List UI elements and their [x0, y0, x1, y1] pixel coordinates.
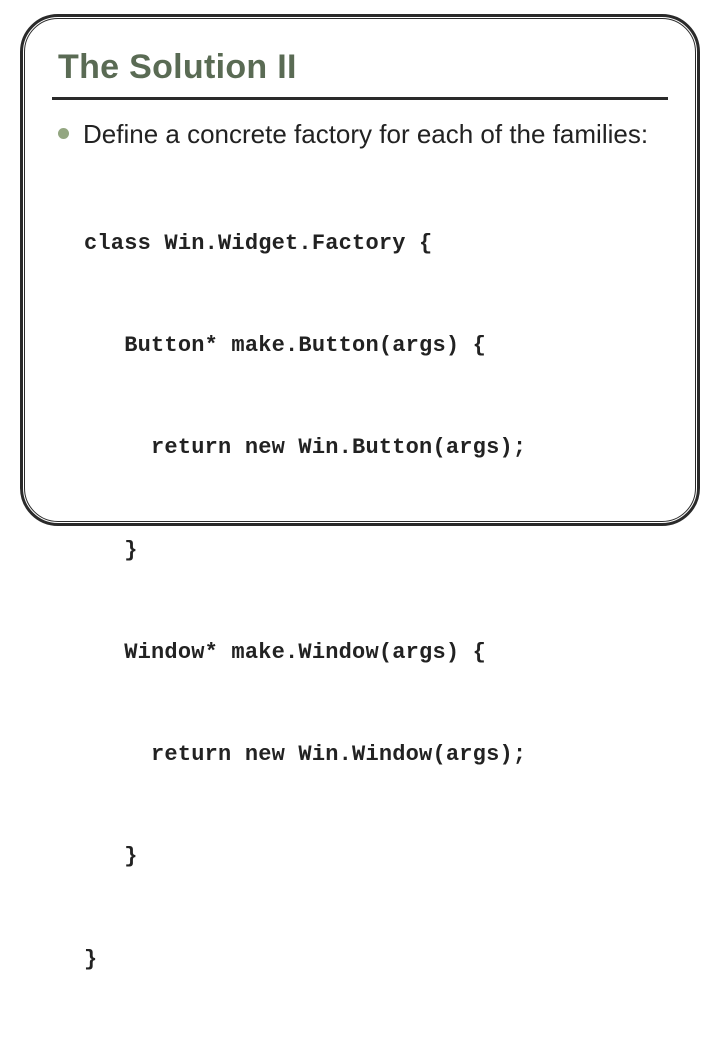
- bullet-item: Define a concrete factory for each of th…: [52, 118, 668, 151]
- code-line: class Win.Widget.Factory {: [84, 227, 668, 261]
- code-line: }: [84, 534, 668, 568]
- code-line: }: [84, 943, 668, 977]
- code-line: return new Win.Button(args);: [84, 431, 668, 465]
- title-divider: [52, 97, 668, 100]
- slide-title: The Solution II: [52, 48, 668, 97]
- bullet-icon: [58, 128, 69, 139]
- code-block: class Win.Widget.Factory { Button* make.…: [52, 159, 668, 1045]
- code-line: Window* make.Window(args) {: [84, 636, 668, 670]
- slide: The Solution II Define a concrete factor…: [0, 0, 720, 540]
- bullet-text: Define a concrete factory for each of th…: [83, 118, 648, 151]
- slide-content: The Solution II Define a concrete factor…: [52, 48, 668, 500]
- code-line: }: [84, 840, 668, 874]
- code-line: return new Win.Window(args);: [84, 738, 668, 772]
- code-line: Button* make.Button(args) {: [84, 329, 668, 363]
